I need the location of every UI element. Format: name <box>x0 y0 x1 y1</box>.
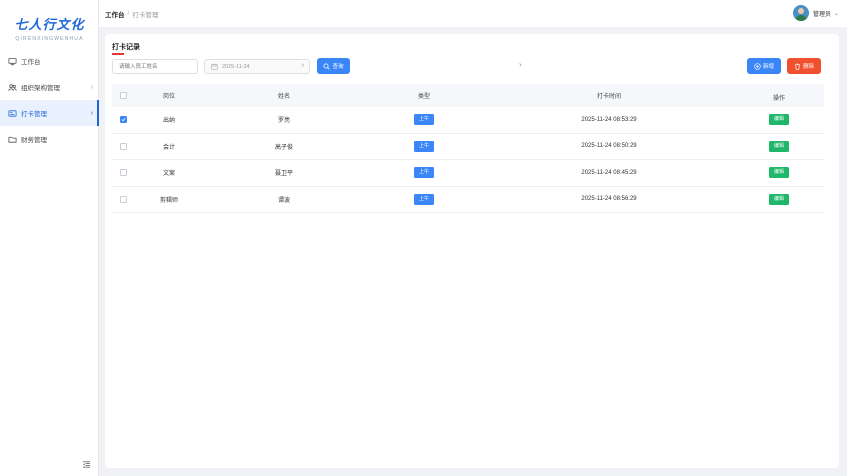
calendar-icon <box>211 63 218 70</box>
logo-title: 七人行文化 <box>14 18 85 33</box>
type-tag: 上午 <box>413 193 434 205</box>
search-icon <box>323 63 331 70</box>
cell-name: 谭波 <box>277 197 290 204</box>
attendance-table: 岗位 姓名 类型 打卡时间 操作 出纳 罗亮 上午 2025-11-24 08:… <box>112 84 824 213</box>
cell-name: 聂卫平 <box>274 171 293 178</box>
table-row: 文案 聂卫平 上午 2025-11-24 08:45:29 编辑 <box>112 160 824 187</box>
edit-button[interactable]: 编辑 <box>768 167 789 179</box>
sidebar-item-attendance[interactable]: 打卡管理 › <box>0 100 99 126</box>
sidebar-item-finance[interactable]: 财务管理 <box>0 126 99 152</box>
table-row: 会计 高子俊 上午 2025-11-24 08:50:29 编辑 <box>112 134 824 160</box>
chevron-down-icon: ⌄ <box>833 10 839 17</box>
delete-button[interactable]: 删除 <box>787 58 821 74</box>
cell-time: 2025-11-24 08:53:29 <box>581 116 637 123</box>
sidebar-menu: 工作台 组织架构管理 › 打卡管理 › 财务管理 <box>0 48 99 152</box>
plus-circle-icon <box>754 62 761 70</box>
query-button-label: 查询 <box>332 64 344 70</box>
cell-time: 2025-11-24 08:50:29 <box>581 143 637 150</box>
chevron-right-icon[interactable]: › <box>519 60 522 69</box>
trash-icon <box>794 62 801 70</box>
chevron-right-icon[interactable]: › <box>302 62 304 69</box>
edit-button[interactable]: 编辑 <box>768 140 789 152</box>
cell-name: 罗亮 <box>277 118 290 125</box>
header-name: 姓名 <box>277 94 290 100</box>
table-header: 岗位 姓名 类型 打卡时间 操作 <box>112 84 824 107</box>
team-icon <box>8 83 17 92</box>
folder-icon <box>8 135 17 144</box>
cell-position: 出纳 <box>162 118 175 125</box>
type-tag: 上午 <box>413 167 434 179</box>
edit-button[interactable]: 编辑 <box>768 193 789 205</box>
sidebar-item-label: 组织架构管理 <box>21 85 60 92</box>
cell-time: 2025-11-24 08:45:29 <box>581 169 637 176</box>
main-card: 打卡记录 2025-11-24 › 查询 › 新增 删除 岗位 姓名 类型 <box>105 34 839 468</box>
breadcrumb-current: 打卡管理 <box>132 11 159 19</box>
sidebar-item-organization[interactable]: 组织架构管理 › <box>0 74 99 100</box>
cell-position: 会计 <box>162 144 175 151</box>
header-position: 岗位 <box>162 94 175 100</box>
row-checkbox[interactable] <box>119 116 127 124</box>
select-all-checkbox[interactable] <box>119 92 127 99</box>
breadcrumb-separator: / <box>127 10 130 17</box>
card-icon <box>8 109 17 118</box>
table-row: 出纳 罗亮 上午 2025-11-24 08:53:29 编辑 <box>112 107 824 134</box>
logo: 七人行文化 QIRENXINGWENHUA <box>0 14 99 42</box>
check-icon <box>120 118 126 122</box>
collapse-sidebar-icon[interactable] <box>82 460 91 469</box>
header-op: 操作 <box>772 96 785 102</box>
chevron-right-icon: › <box>90 109 93 117</box>
chevron-right-icon: › <box>90 83 93 91</box>
sidebar-item-label: 打卡管理 <box>21 111 47 118</box>
page-title: 打卡记录 <box>112 44 140 55</box>
type-tag: 上午 <box>413 114 434 126</box>
logo-subtitle: QIRENXINGWENHUA <box>15 36 84 42</box>
table-row: 剪辑师 谭波 上午 2025-11-24 08:56:29 编辑 <box>112 187 824 213</box>
user-name: 管理员 <box>812 11 831 18</box>
sidebar: 七人行文化 QIRENXINGWENHUA 工作台 组织架构管理 › 打卡管理 … <box>0 0 99 476</box>
topbar: 工作台 / 打卡管理 管理员 ⌄ <box>99 0 847 27</box>
row-checkbox[interactable] <box>119 169 127 177</box>
type-tag: 上午 <box>413 140 434 152</box>
add-button[interactable]: 新增 <box>747 58 781 74</box>
sidebar-item-label: 财务管理 <box>21 137 47 144</box>
edit-button[interactable]: 编辑 <box>768 114 789 126</box>
cell-name: 高子俊 <box>274 144 293 151</box>
header-type: 类型 <box>417 94 430 100</box>
row-checkbox[interactable] <box>119 195 127 203</box>
header-time: 打卡时间 <box>596 94 621 100</box>
search-input[interactable] <box>112 59 198 74</box>
cell-position: 剪辑师 <box>159 197 178 204</box>
breadcrumb-home[interactable]: 工作台 <box>105 9 125 19</box>
user-menu[interactable]: 管理员 ⌄ <box>792 5 839 21</box>
breadcrumb: 工作台 / 打卡管理 <box>105 9 158 19</box>
add-button-label: 新增 <box>762 64 774 70</box>
sidebar-item-workbench[interactable]: 工作台 <box>0 48 99 74</box>
avatar <box>792 5 809 21</box>
date-picker[interactable]: 2025-11-24 › <box>204 59 310 74</box>
query-button[interactable]: 查询 <box>317 58 350 74</box>
monitor-icon <box>8 57 17 66</box>
cell-time: 2025-11-24 08:56:29 <box>581 196 637 203</box>
sidebar-item-label: 工作台 <box>21 59 41 66</box>
delete-button-label: 删除 <box>802 64 814 70</box>
cell-position: 文案 <box>162 171 175 178</box>
row-checkbox[interactable] <box>119 142 127 150</box>
date-value: 2025-11-24 <box>222 63 250 70</box>
